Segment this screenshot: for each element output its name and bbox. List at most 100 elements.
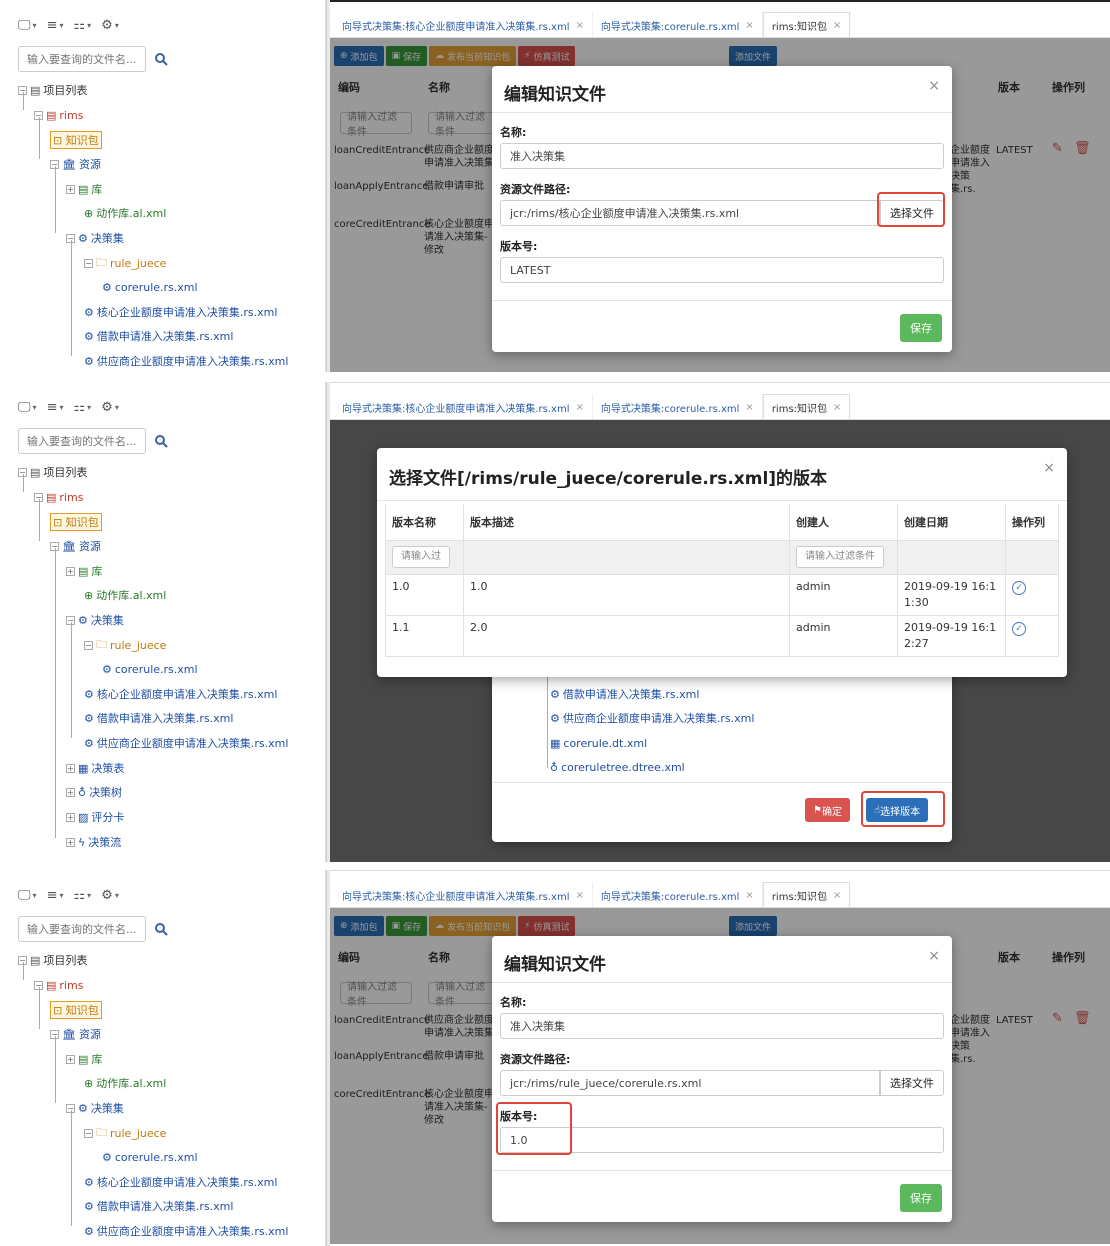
expand-icon[interactable]: + <box>66 812 75 822</box>
close-icon[interactable]: × <box>745 20 753 31</box>
expand-icon[interactable]: + <box>66 1054 75 1064</box>
tab-corerule[interactable]: 向导式决策集:corerule.rs.xml × <box>593 882 763 908</box>
tree-kpack[interactable]: ⊡ 知识包 <box>50 512 102 532</box>
tab-kpack[interactable]: rims:知识包 × <box>762 394 851 420</box>
tree-root[interactable]: − ▤ 项目列表 <box>18 80 87 100</box>
tree-ruleset[interactable]: − ⚙ 决策集 <box>66 610 124 630</box>
tree-action-lib[interactable]: ⊕ 动作库.al.xml <box>84 203 166 223</box>
tab-core-ruleset[interactable]: 向导式决策集:核心企业额度申请准入决策集.rs.xml × <box>334 394 593 420</box>
tree-lib[interactable]: + ▤ 库 <box>66 1049 102 1069</box>
tree-item-2[interactable]: ⚙ 借款申请准入决策集.rs.xml <box>84 326 233 346</box>
settings-icon[interactable]: ⚙ ▾ <box>101 888 119 903</box>
close-icon[interactable]: × <box>928 78 940 94</box>
settings-icon[interactable]: ⚙ ▾ <box>101 18 119 33</box>
tree-corerule[interactable]: ⚙ corerule.rs.xml <box>102 659 198 679</box>
tree-action-lib[interactable]: ⊕ 动作库.al.xml <box>84 1073 166 1093</box>
tree-corerule[interactable]: ⚙ corerule.rs.xml <box>102 1147 198 1167</box>
choose-file-button[interactable]: 选择文件 <box>880 1070 944 1096</box>
tab-kpack[interactable]: rims:知识包 × <box>762 882 851 908</box>
tree-flow[interactable]: + ϟ 决策流 <box>66 832 121 852</box>
list-icon[interactable]: ≡ ▾ <box>47 18 64 33</box>
expand-icon[interactable]: + <box>66 837 75 847</box>
tree-ruleset[interactable]: − ⚙ 决策集 <box>66 1098 124 1118</box>
computer-icon[interactable]: 🖵 ▾ <box>18 888 37 903</box>
tree-item-1[interactable]: ⚙ 核心企业额度申请准入决策集.rs.xml <box>84 302 277 322</box>
close-icon[interactable]: × <box>576 402 584 413</box>
select-check-icon[interactable]: ✓ <box>1012 621 1026 636</box>
tab-corerule[interactable]: 向导式决策集:corerule.rs.xml × <box>593 12 763 38</box>
tab-core-ruleset[interactable]: 向导式决策集:核心企业额度申请准入决策集.rs.xml × <box>334 882 593 908</box>
close-icon[interactable]: × <box>928 948 940 964</box>
expand-icon[interactable]: + <box>66 566 75 576</box>
table-row[interactable]: 1.1 2.0 admin 2019-09-19 16:12:27 ✓ <box>385 614 1059 657</box>
filter-input[interactable]: 请输入过滤条件 <box>796 546 884 568</box>
grid-icon[interactable]: ⚏ ▾ <box>73 888 91 903</box>
version-field[interactable]: LATEST <box>500 257 944 283</box>
tree-item-2[interactable]: ⚙ 借款申请准入决策集.rs.xml <box>84 708 233 728</box>
table-row[interactable]: 1.0 1.0 admin 2019-09-19 16:11:30 ✓ <box>385 573 1059 616</box>
tree-root[interactable]: − ▤ 项目列表 <box>18 462 87 482</box>
search-input[interactable] <box>18 916 146 942</box>
file-item[interactable]: ⚙ 借款申请准入决策集.rs.xml <box>550 684 699 704</box>
tree-project[interactable]: − ▤ rims <box>34 105 83 125</box>
tree-ruleset[interactable]: − ⚙ 决策集 <box>66 228 124 248</box>
grid-icon[interactable]: ⚏ ▾ <box>73 18 91 33</box>
tree-corerule[interactable]: ⚙ corerule.rs.xml <box>102 277 198 297</box>
tree-resources[interactable]: − 🏛 资源 <box>50 536 101 556</box>
save-button[interactable]: 保存 <box>900 1184 942 1212</box>
name-field[interactable]: 准入决策集 <box>500 143 944 169</box>
list-icon[interactable]: ≡ ▾ <box>47 888 64 903</box>
tree-kpack[interactable]: ⊡ 知识包 <box>50 130 102 150</box>
tree-rule-folder[interactable]: − 🗀 rule_juece <box>84 253 166 273</box>
file-item[interactable]: ♁ coreruletree.dtree.xml <box>550 757 685 777</box>
tree-root[interactable]: − ▤ 项目列表 <box>18 950 87 970</box>
path-field[interactable]: jcr:/rims/rule_juece/corerule.rs.xml <box>500 1070 880 1096</box>
computer-icon[interactable]: 🖵 ▾ <box>18 400 37 415</box>
close-icon[interactable]: × <box>745 890 753 901</box>
tree-project[interactable]: − ▤ rims <box>34 487 83 507</box>
close-icon[interactable]: × <box>576 20 584 31</box>
tab-kpack[interactable]: rims:知识包 × <box>762 12 851 38</box>
tree-dtree[interactable]: + ♁ 决策树 <box>66 782 122 802</box>
close-icon[interactable]: × <box>833 402 841 413</box>
file-item[interactable]: ⚙ 供应商企业额度申请准入决策集.rs.xml <box>550 708 754 728</box>
save-button[interactable]: 保存 <box>900 314 942 342</box>
search-input[interactable] <box>18 428 146 454</box>
tree-rule-folder[interactable]: − 🗀 rule_juece <box>84 1123 166 1143</box>
close-icon[interactable]: × <box>1043 460 1055 476</box>
tree-lib[interactable]: + ▤ 库 <box>66 561 102 581</box>
close-icon[interactable]: × <box>745 402 753 413</box>
tree-item-3[interactable]: ⚙ 供应商企业额度申请准入决策集.rs.xml <box>84 733 288 753</box>
path-field[interactable]: jcr:/rims/核心企业额度申请准入决策集.rs.xml <box>500 200 880 226</box>
confirm-button[interactable]: ⚑ 确定 <box>805 798 850 822</box>
search-icon[interactable] <box>152 432 170 450</box>
tree-rule-folder[interactable]: − 🗀 rule_juece <box>84 635 166 655</box>
collapse-icon[interactable]: − <box>84 1128 93 1138</box>
tree-item-2[interactable]: ⚙ 借款申请准入决策集.rs.xml <box>84 1196 233 1216</box>
search-input[interactable] <box>18 46 146 72</box>
tree-item-3[interactable]: ⚙ 供应商企业额度申请准入决策集.rs.xml <box>84 1221 288 1241</box>
filter-input[interactable]: 请输入过 <box>392 546 450 568</box>
expand-icon[interactable]: + <box>66 763 75 773</box>
expand-icon[interactable]: + <box>66 787 75 797</box>
tree-resources[interactable]: − 🏛 资源 <box>50 154 101 174</box>
select-check-icon[interactable]: ✓ <box>1012 580 1026 595</box>
name-field[interactable]: 准入决策集 <box>500 1013 944 1039</box>
search-icon[interactable] <box>152 50 170 68</box>
close-icon[interactable]: × <box>833 890 841 901</box>
file-item[interactable]: ▦ corerule.dt.xml <box>550 733 647 753</box>
grid-icon[interactable]: ⚏ ▾ <box>73 400 91 415</box>
tree-project[interactable]: − ▤ rims <box>34 975 83 995</box>
tree-item-1[interactable]: ⚙ 核心企业额度申请准入决策集.rs.xml <box>84 684 277 704</box>
collapse-icon[interactable]: − <box>84 640 93 650</box>
close-icon[interactable]: × <box>576 890 584 901</box>
expand-icon[interactable]: + <box>66 184 75 194</box>
tree-kpack[interactable]: ⊡ 知识包 <box>50 1000 102 1020</box>
collapse-icon[interactable]: − <box>84 258 93 268</box>
tree-dtable[interactable]: + ▦ 决策表 <box>66 758 124 778</box>
tree-item-3[interactable]: ⚙ 供应商企业额度申请准入决策集.rs.xml <box>84 351 288 371</box>
tree-scorecard[interactable]: + ▨ 评分卡 <box>66 807 124 827</box>
tree-item-1[interactable]: ⚙ 核心企业额度申请准入决策集.rs.xml <box>84 1172 277 1192</box>
tree-lib[interactable]: + ▤ 库 <box>66 179 102 199</box>
tab-core-ruleset[interactable]: 向导式决策集:核心企业额度申请准入决策集.rs.xml × <box>334 12 593 38</box>
